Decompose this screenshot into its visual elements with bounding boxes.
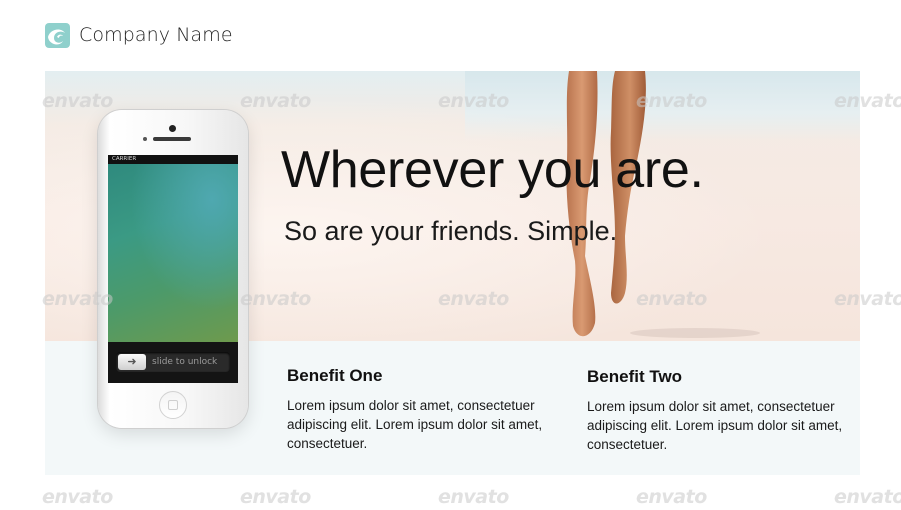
watermark-text: envato xyxy=(240,486,311,508)
swirl-logo-icon xyxy=(45,22,70,48)
watermark-text: envato xyxy=(834,90,901,112)
home-button[interactable] xyxy=(159,391,187,419)
watermark-text: envato xyxy=(42,90,113,112)
benefit-two-text: Lorem ipsum dolor sit amet, consectetuer… xyxy=(587,399,843,452)
hero-subline: So are your friends. Simple. xyxy=(284,216,618,246)
watermark-text: envato xyxy=(834,486,901,508)
watermark-text: envato xyxy=(438,90,509,112)
benefit-two: Benefit Two Lorem ipsum dolor sit amet, … xyxy=(587,367,847,454)
watermark-text: envato xyxy=(240,90,311,112)
benefit-one-text: Lorem ipsum dolor sit amet, consectetuer… xyxy=(287,398,543,451)
phone-status-bar: CARRIER xyxy=(108,155,238,164)
header: Company Name xyxy=(45,22,233,48)
watermark-text: envato xyxy=(834,288,901,310)
benefit-two-title: Benefit Two xyxy=(587,367,683,386)
watermark-text: envato xyxy=(438,486,509,508)
watermark-text: envato xyxy=(438,288,509,310)
watermark-text: envato xyxy=(636,90,707,112)
slide-to-unlock-slider[interactable]: ➜ slide to unlock xyxy=(116,352,230,372)
watermark-text: envato xyxy=(240,288,311,310)
phone-screen: CARRIER ➜ slide to unlock xyxy=(108,155,238,383)
phone-wallpaper xyxy=(108,164,238,342)
phone-camera xyxy=(169,125,176,132)
company-name: Company Name xyxy=(79,24,233,46)
lock-bar: ➜ slide to unlock xyxy=(108,342,238,383)
phone-mockup: CARRIER ➜ slide to unlock xyxy=(98,110,248,428)
benefit-one: Benefit One Lorem ipsum dolor sit amet, … xyxy=(287,366,547,453)
carrier-label: CARRIER xyxy=(112,156,137,162)
watermark-text: envato xyxy=(42,486,113,508)
phone-sensor xyxy=(143,137,147,141)
phone-speaker xyxy=(153,137,191,141)
hero-headline: Wherever you are. xyxy=(281,141,704,199)
benefit-one-title: Benefit One xyxy=(287,366,383,385)
slide-to-unlock-label: slide to unlock xyxy=(152,357,218,367)
watermark-text: envato xyxy=(42,288,113,310)
watermark-text: envato xyxy=(636,288,707,310)
watermark-text: envato xyxy=(636,486,707,508)
arrow-right-icon[interactable]: ➜ xyxy=(118,354,146,370)
